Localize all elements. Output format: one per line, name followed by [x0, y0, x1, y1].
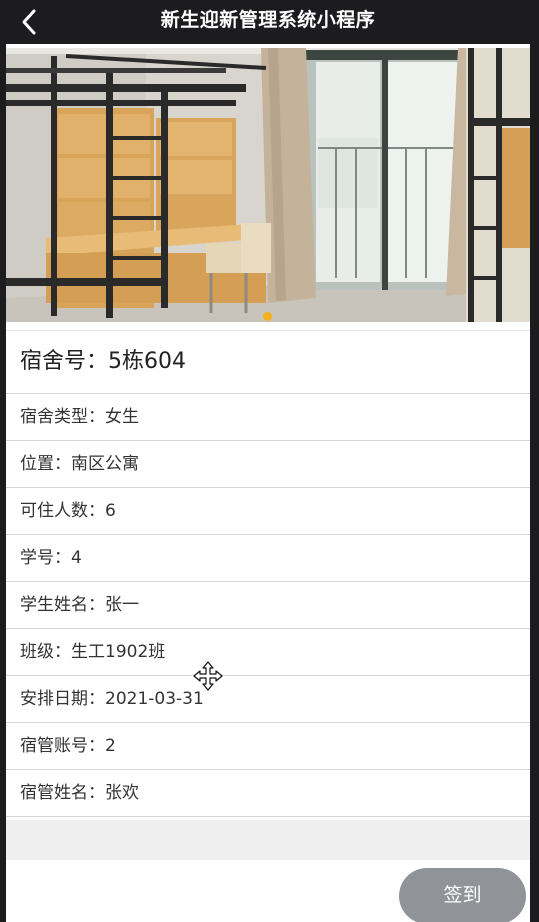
dorm-number: 宿舍号：5栋604	[6, 331, 530, 394]
dorm-capacity: 可住人数：6	[6, 488, 530, 535]
arrangement-date: 安排日期：2021-03-31	[6, 676, 530, 723]
manager-name: 宿管姓名：张欢	[6, 770, 530, 817]
app-frame: 新生迎新管理系统小程序 宿舍号：5栋604 宿舍类型：女生 位置：南区公寓 可住…	[6, 0, 530, 922]
student-name: 学生姓名：张一	[6, 582, 530, 629]
manager-account: 宿管账号：2	[6, 723, 530, 770]
dorm-location: 位置：南区公寓	[6, 441, 530, 488]
carousel-indicator-dot[interactable]	[263, 312, 272, 321]
footer-spacer	[6, 820, 530, 860]
dorm-room-photo	[6, 48, 530, 322]
dorm-photo-carousel[interactable]	[6, 48, 530, 322]
student-id: 学号：4	[6, 535, 530, 582]
dorm-detail-list: 宿舍号：5栋604 宿舍类型：女生 位置：南区公寓 可住人数：6 学号：4 学生…	[6, 330, 530, 817]
move-cursor-icon	[193, 661, 223, 691]
checkin-button[interactable]: 签到	[399, 868, 526, 922]
dorm-type: 宿舍类型：女生	[6, 394, 530, 441]
page-title: 新生迎新管理系统小程序	[160, 9, 376, 31]
navigation-bar: 新生迎新管理系统小程序	[6, 0, 530, 44]
student-class: 班级：生工1902班	[6, 629, 530, 676]
